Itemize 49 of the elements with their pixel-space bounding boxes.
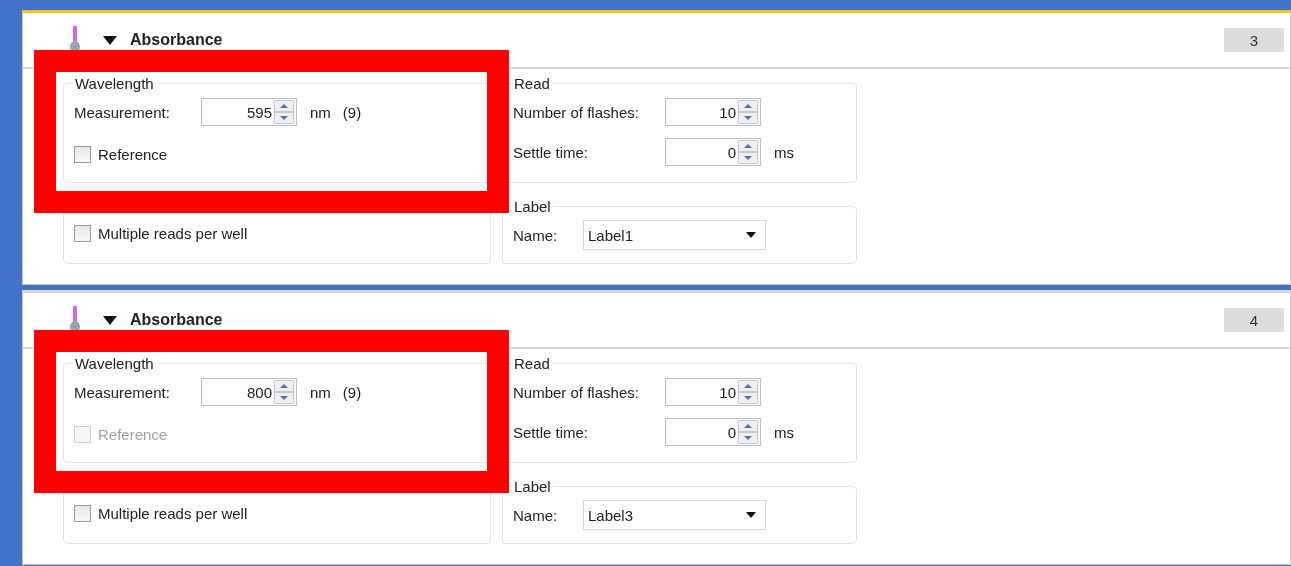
group-title: Wavelength [74,355,155,372]
number-spinner[interactable]: 595 [201,98,297,126]
spinner-arrows-icon[interactable] [738,420,758,444]
field-label: Number of flashes: [513,103,640,121]
field-label: Measurement: [74,103,171,121]
unit-label: ms [774,423,794,441]
field-label: Settle time: [513,423,590,441]
number-spinner[interactable]: 0 [665,418,761,446]
checkbox[interactable] [74,224,91,242]
group-title: Read [513,75,551,92]
group-title: Label [513,198,552,215]
step-number: 4 [1224,308,1284,332]
spinner-arrows-icon[interactable] [738,380,758,404]
group-title: Read [513,355,551,372]
spinner-arrows-icon[interactable] [274,380,294,404]
collapse-arrow-icon[interactable] [102,314,118,326]
collapse-arrow-icon[interactable] [102,34,118,46]
group-title: Label [513,478,552,495]
unit-label: nm [310,103,331,121]
label-dropdown[interactable]: Label3 [583,500,766,530]
field-label: Name: [513,506,559,524]
bandwidth-note: (9) [342,383,362,401]
number-spinner[interactable]: 10 [665,98,761,126]
panel-title: Absorbance [130,311,224,329]
number-spinner[interactable]: 10 [665,378,761,406]
spinner-arrows-icon[interactable] [274,100,294,124]
panel-title: Absorbance [130,31,224,49]
spinner-arrows-icon[interactable] [738,100,758,124]
checkbox-label: Multiple reads per well [98,224,248,242]
number-spinner[interactable]: 800 [201,378,297,406]
dropdown-caret-icon[interactable] [745,511,757,519]
unit-label: ms [774,143,794,161]
label-dropdown[interactable]: Label1 [583,220,766,250]
step-number: 3 [1224,28,1284,52]
dropdown-caret-icon[interactable] [745,231,757,239]
bandwidth-note: (9) [342,103,362,121]
field-label: Number of flashes: [513,383,640,401]
unit-label: nm [310,383,331,401]
checkbox-label: Reference [98,145,168,163]
spinner-arrows-icon[interactable] [738,140,758,164]
group-title: Wavelength [74,75,155,92]
field-label: Name: [513,226,559,244]
checkbox-label: Multiple reads per well [98,504,248,522]
field-label: Settle time: [513,143,590,161]
number-spinner[interactable]: 0 [665,138,761,166]
checkbox[interactable] [74,145,91,163]
checkbox[interactable] [74,504,91,522]
checkbox-label: Reference [98,425,168,443]
field-label: Measurement: [74,383,171,401]
